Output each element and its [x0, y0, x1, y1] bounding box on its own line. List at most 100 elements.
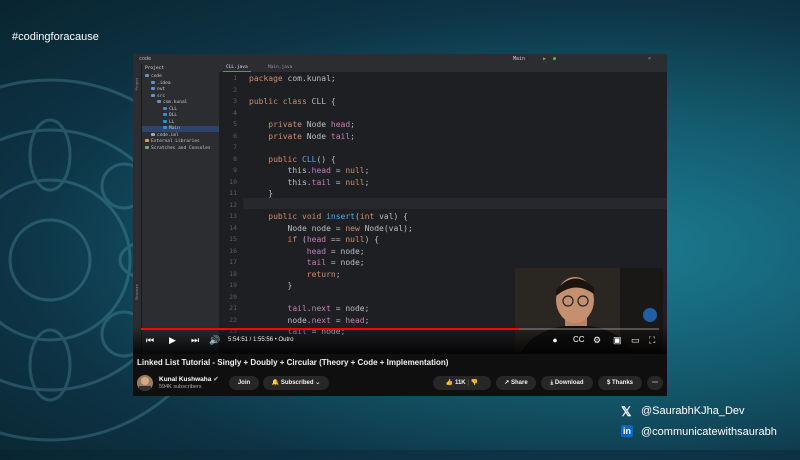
line-number: 3 [233, 97, 237, 105]
previous-icon[interactable]: ⏮ [146, 335, 154, 346]
line-number: 21 [229, 304, 237, 312]
tree-node[interactable]: code [142, 74, 222, 80]
code-line[interactable]: tail = node; [249, 258, 365, 267]
tree-node[interactable]: External Libraries [142, 139, 222, 145]
line-number: 8 [233, 154, 237, 163]
structure-tool-label[interactable]: Structure [134, 284, 139, 300]
fullscreen-icon[interactable]: ⛶ [649, 335, 655, 346]
line-number: 19 [229, 281, 237, 289]
search-icon[interactable]: ⌕ [648, 56, 651, 62]
line-number: 18 [229, 269, 237, 278]
tree-node-label: Main [169, 126, 180, 131]
code-line[interactable]: Node node = new Node(val); [249, 224, 413, 233]
video-player[interactable]: code Main ▶ ● ⌕ Project Structure Projec… [133, 54, 667, 396]
tab-cll[interactable]: CLL.java [223, 65, 251, 72]
tree-node-label: External Libraries [151, 139, 200, 144]
line-number: 4 [233, 108, 237, 117]
tree-node-label: CLL [169, 106, 178, 112]
download-icon: ⤓ [550, 380, 554, 386]
x-logo-icon: 𝕏 [621, 404, 632, 419]
code-line[interactable]: this.head = null; [249, 166, 370, 175]
video-frame[interactable]: code Main ▶ ● ⌕ Project Structure Projec… [133, 54, 667, 354]
tree-node[interactable]: .idea [142, 80, 228, 87]
tree-node-label: .idea [157, 80, 171, 86]
miniplayer-icon[interactable]: ▣ [613, 335, 622, 346]
project-tool-label[interactable]: Project [134, 78, 139, 90]
tree-node[interactable]: code.iml [142, 132, 228, 139]
join-button[interactable]: Join [229, 376, 259, 390]
hashtag: #codingforacause [12, 31, 99, 43]
tree-node-label: com.kunal [163, 100, 188, 105]
line-number: 14 [229, 223, 237, 232]
progress-bar[interactable] [141, 328, 659, 330]
line-number: 20 [229, 292, 237, 301]
tree-node-label: Scratches and Consoles [151, 145, 211, 151]
more-actions-button[interactable]: ⋯ [647, 376, 663, 390]
code-line[interactable]: return; [249, 270, 341, 279]
tree-node[interactable]: Scratches and Consoles [142, 145, 222, 152]
channel-name-text[interactable]: Kunal Kushwaha [159, 376, 211, 383]
run-config[interactable]: Main [513, 56, 525, 62]
folder-icon [151, 87, 155, 90]
code-line[interactable]: public void insert(int val) { [249, 212, 408, 221]
class-icon [163, 113, 167, 116]
code-line[interactable]: this.tail = null; [249, 178, 370, 187]
thanks-button[interactable]: $ Thanks [598, 376, 642, 390]
run-icon[interactable]: ▶ [543, 56, 546, 62]
tree-node-label: out [157, 87, 166, 92]
tree-node[interactable]: src [142, 93, 228, 100]
like-dislike-group: 👍 11K | 👎 [433, 376, 491, 390]
tree-node[interactable]: out [142, 87, 228, 93]
line-number: 9 [233, 166, 237, 174]
code-line[interactable]: public class CLL { [249, 97, 336, 106]
package-icon [157, 100, 161, 103]
thanks-label: Thanks [612, 380, 634, 386]
volume-icon[interactable]: 🔊 [209, 335, 220, 346]
code-line[interactable]: if (head == null) { [249, 235, 380, 244]
channel-avatar[interactable] [137, 375, 153, 391]
tree-node-label: LL [169, 119, 175, 125]
theater-mode-icon[interactable]: ▭ [631, 335, 640, 346]
line-number: 1 [233, 74, 237, 82]
debug-icon[interactable]: ● [553, 56, 556, 62]
progress-fill [141, 328, 520, 330]
like-icon[interactable]: 👍 [446, 380, 453, 386]
twitter-handle: @SaurabhKJha_Dev [641, 405, 745, 417]
play-icon[interactable]: ▶ [169, 335, 176, 346]
code-line[interactable]: public CLL() { [249, 155, 335, 164]
tree-node-label: DLL [169, 113, 178, 118]
tree-node-label: code [151, 74, 162, 79]
code-line[interactable]: } [249, 281, 293, 290]
autoplay-toggle[interactable]: ⏺ [553, 336, 557, 346]
subscribed-button[interactable]: 🔔 Subscribed ⌄ [263, 376, 329, 390]
line-number: 12 [229, 200, 237, 209]
tree-node-label: src [157, 93, 166, 99]
share-icon: ↗ [504, 380, 510, 386]
like-count[interactable]: 11K [455, 380, 466, 386]
next-icon[interactable]: ⏭ [191, 335, 199, 346]
class-icon [163, 106, 167, 110]
share-button[interactable]: ↗ Share [496, 376, 536, 390]
settings-gear-icon[interactable]: ⚙ [593, 335, 601, 346]
chevron-down-icon: ⌄ [315, 380, 321, 386]
file-icon [151, 132, 155, 136]
class-icon [163, 126, 167, 129]
tab-main[interactable]: Main.java [265, 65, 295, 71]
share-label: Share [511, 380, 528, 386]
line-number: 11 [229, 189, 237, 197]
project-tree-header[interactable]: Project [142, 64, 219, 74]
line-number-gutter: 1234567891011121314151617181920212223 [219, 72, 243, 354]
download-button[interactable]: ⤓ Download [541, 376, 593, 390]
dislike-icon[interactable]: 👎 [471, 380, 478, 386]
code-line[interactable]: node.next = head; [249, 316, 370, 325]
code-line[interactable]: private Node tail; [249, 132, 355, 141]
line-number: 6 [233, 131, 237, 140]
channel-name[interactable]: Kunal Kushwaha ✔ [159, 375, 219, 383]
code-line[interactable]: } [249, 189, 273, 198]
code-line[interactable]: head = node; [249, 247, 365, 256]
code-line[interactable]: private Node head; [249, 120, 355, 129]
captions-icon[interactable]: CC [573, 335, 585, 344]
line-number: 13 [229, 212, 237, 220]
code-line[interactable]: package com.kunal; [249, 74, 336, 83]
code-line[interactable]: tail.next = node; [249, 304, 370, 313]
